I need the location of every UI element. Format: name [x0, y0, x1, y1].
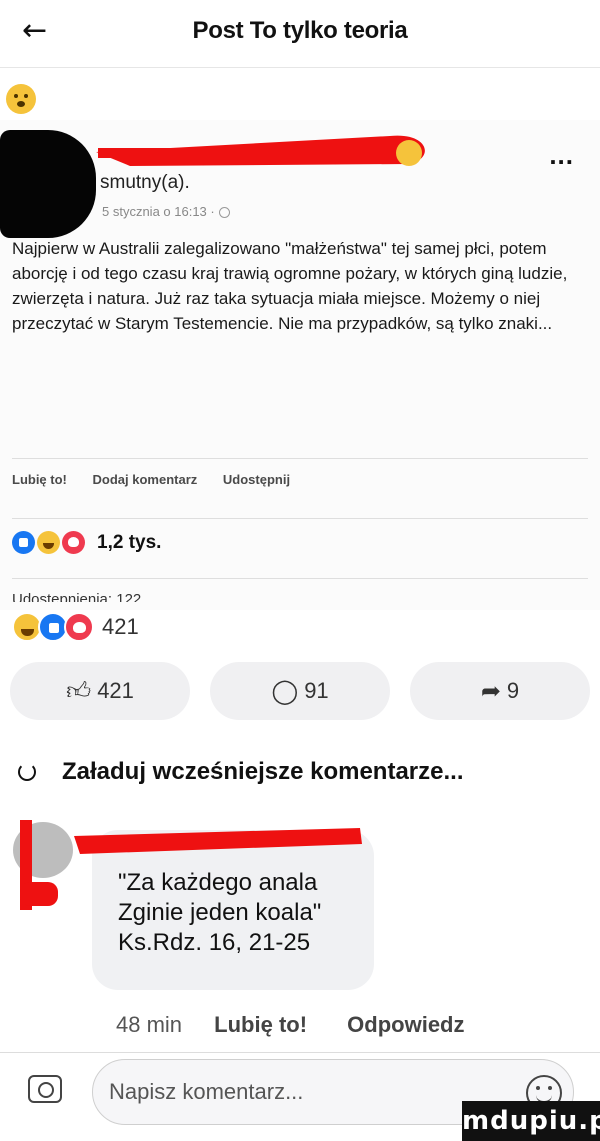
post-reactions: 1,2 tys.	[12, 531, 161, 554]
love-reaction-icon	[64, 612, 94, 642]
divider	[12, 518, 588, 519]
divider	[12, 458, 588, 459]
globe-icon	[218, 207, 230, 219]
like-reaction-icon	[12, 531, 35, 554]
comment-reply-button[interactable]: Odpowiedz	[347, 1012, 464, 1037]
like-count: 421	[97, 678, 134, 703]
comment-line: Zginie jeden koala"	[118, 899, 322, 926]
reactions-count: 421	[102, 614, 139, 639]
comment-like-button[interactable]: Lubię to!	[214, 1012, 307, 1037]
post-like-action: Lubię to!	[12, 472, 67, 487]
surprised-emoji-icon	[6, 84, 36, 114]
page-title: Post To tylko teoria	[192, 17, 408, 44]
comment-line: Ks.Rdz. 16, 21-25	[118, 929, 311, 956]
love-reaction-icon	[62, 531, 85, 554]
redacted-commenter-avatar	[13, 820, 73, 910]
comment-meta: 48 min Lubię to! Odpowiedz	[116, 1012, 499, 1038]
post-date-text: 5 stycznia o 16:13 ·	[102, 204, 215, 219]
post-author-status: smutny(a).	[100, 172, 190, 193]
post-actions: Lubię to! Dodaj komentarz Udostępnij	[12, 472, 312, 487]
like-button[interactable]: 👍︎ 421	[10, 662, 190, 720]
more-icon[interactable]: ...	[549, 140, 574, 171]
post-text: Najpierw w Australii zalegalizowano "mał…	[12, 239, 568, 333]
comment-button[interactable]: ◯ 91	[210, 662, 390, 720]
comment-line: "Za każdego anala	[118, 869, 318, 896]
redaction-scribble	[74, 828, 362, 854]
reactions-summary[interactable]: 421	[12, 612, 139, 642]
comment-icon: ◯	[271, 677, 299, 705]
top-bar: ← Post To tylko teoria	[0, 0, 600, 68]
sad-emoji-icon	[396, 140, 422, 166]
camera-icon[interactable]	[28, 1075, 62, 1103]
load-more-label: Załaduj wcześniejsze komentarze...	[62, 758, 464, 785]
spinner-icon	[18, 763, 36, 781]
post-share-action: Udostępnij	[222, 472, 291, 487]
like-icon: 👍︎	[66, 676, 92, 705]
comment-time: 48 min	[116, 1012, 183, 1037]
redacted-avatar	[0, 130, 96, 238]
comment-text: "Za każdego anala Zginie jeden koala" Ks…	[118, 868, 378, 958]
comment-count: 91	[304, 678, 329, 703]
share-button[interactable]: ➦ 9	[410, 662, 590, 720]
post-reactions-count: 1,2 tys.	[97, 531, 162, 553]
post-date: 5 stycznia o 16:13 ·	[102, 204, 230, 219]
share-count: 9	[506, 678, 520, 703]
share-icon: ➦	[480, 677, 501, 705]
divider	[12, 578, 588, 579]
post-comment-action: Dodaj komentarz	[92, 472, 198, 487]
post-shares-count: Udostępnienia: 122	[12, 591, 142, 602]
watermark: mdupiu.pl	[462, 1101, 600, 1141]
load-earlier-comments[interactable]: Załaduj wcześniejsze komentarze...	[18, 758, 463, 786]
haha-reaction-icon	[37, 531, 60, 554]
